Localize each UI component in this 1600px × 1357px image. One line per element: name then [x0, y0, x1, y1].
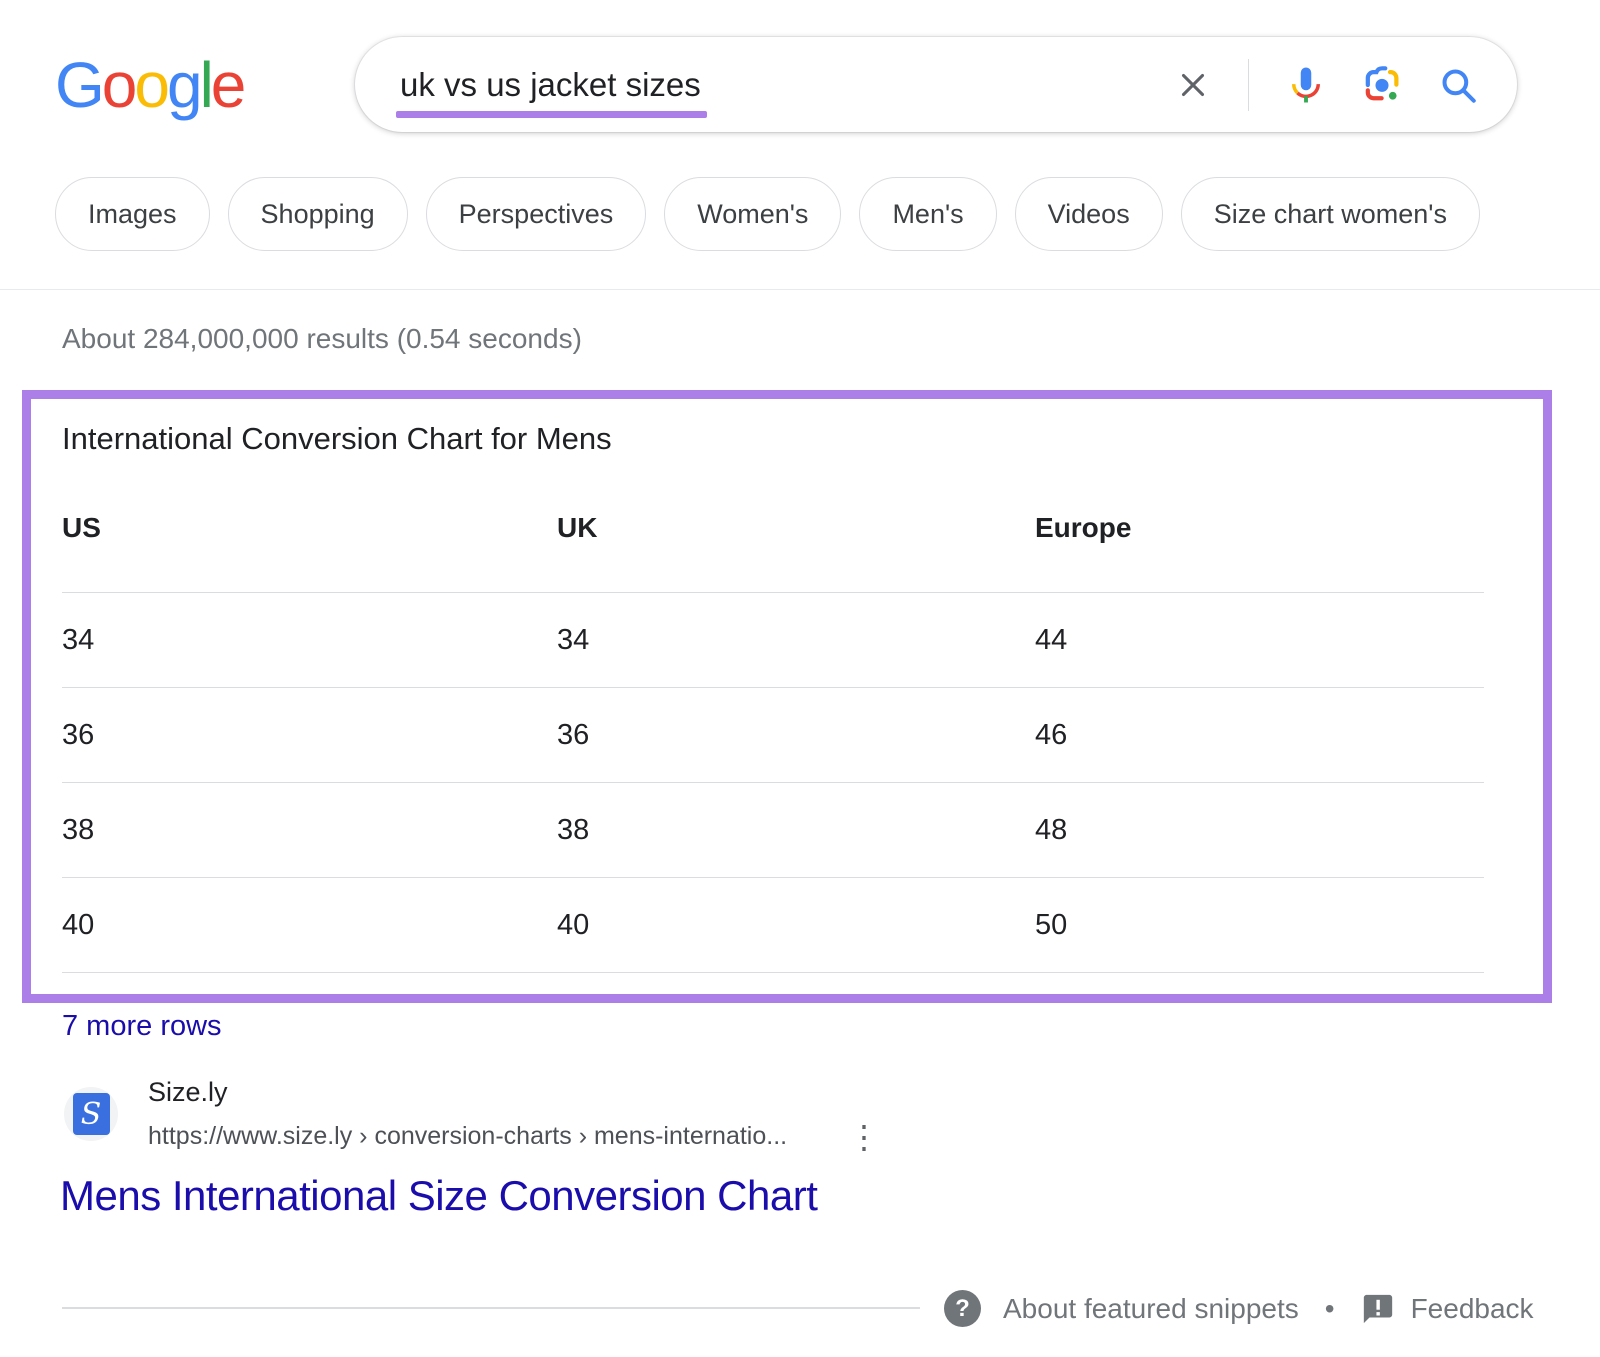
search-icon[interactable]: [1437, 64, 1479, 106]
more-rows-link[interactable]: 7 more rows: [62, 1010, 222, 1043]
table-cell: 36: [62, 719, 557, 752]
table-row: 34 34 44: [62, 593, 1513, 687]
table-cell: 38: [62, 814, 557, 847]
mic-icon[interactable]: [1285, 64, 1327, 106]
conversion-table: US UK Europe 34 34 44 36 36 46: [62, 512, 1513, 973]
table-cell: 44: [1035, 624, 1513, 657]
featured-snippet-highlight: International Conversion Chart for Mens …: [22, 390, 1552, 1003]
google-logo[interactable]: Google: [55, 48, 243, 122]
search-query-text: uk vs us jacket sizes: [400, 66, 701, 103]
search-bar-divider: [1248, 59, 1249, 111]
lens-icon[interactable]: [1359, 62, 1405, 108]
logo-letter: o: [102, 49, 135, 121]
chip-perspectives[interactable]: Perspectives: [426, 177, 647, 251]
header-divider: [0, 289, 1600, 290]
result-source-block[interactable]: Size.ly https://www.size.ly › conversion…: [148, 1077, 787, 1151]
filter-chips-row: Images Shopping Perspectives Women's Men…: [55, 177, 1480, 251]
table-row: 40 40 50: [62, 878, 1513, 972]
feedback-icon[interactable]: [1361, 1292, 1395, 1326]
featured-snippet-content: International Conversion Chart for Mens …: [31, 421, 1543, 973]
chip-mens[interactable]: Men's: [859, 177, 996, 251]
table-cell: 50: [1035, 909, 1513, 942]
snippet-footer: ? About featured snippets • Feedback: [944, 1290, 1534, 1327]
table-divider: [62, 972, 1484, 973]
logo-letter: e: [211, 49, 244, 121]
search-bar[interactable]: uk vs us jacket sizes: [355, 37, 1517, 132]
snippet-heading: International Conversion Chart for Mens: [62, 421, 1513, 457]
table-cell: 34: [62, 624, 557, 657]
logo-letter: o: [134, 49, 167, 121]
table-cell: 36: [557, 719, 1035, 752]
footer-separator: •: [1325, 1293, 1335, 1325]
chip-size-chart-womens[interactable]: Size chart women's: [1181, 177, 1480, 251]
feedback-link[interactable]: Feedback: [1411, 1293, 1534, 1325]
chip-videos[interactable]: Videos: [1015, 177, 1163, 251]
table-cell: 40: [557, 909, 1035, 942]
clear-icon[interactable]: [1174, 66, 1212, 104]
query-underline-annotation: [396, 111, 707, 118]
favicon-letter: S: [73, 1093, 110, 1135]
about-featured-snippets-link[interactable]: About featured snippets: [1003, 1293, 1299, 1325]
site-breadcrumb: https://www.size.ly › conversion-charts …: [148, 1122, 787, 1151]
logo-letter: l: [200, 49, 211, 121]
chip-images[interactable]: Images: [55, 177, 210, 251]
result-options-icon[interactable]: ⋮: [848, 1118, 880, 1156]
logo-letter: g: [167, 49, 200, 121]
table-header-us: US: [62, 512, 557, 544]
table-row: 36 36 46: [62, 688, 1513, 782]
result-title-link[interactable]: Mens International Size Conversion Chart: [60, 1172, 817, 1220]
site-name: Size.ly: [148, 1077, 787, 1108]
table-cell: 48: [1035, 814, 1513, 847]
chip-shopping[interactable]: Shopping: [228, 177, 408, 251]
help-icon[interactable]: ?: [944, 1290, 981, 1327]
table-header-europe: Europe: [1035, 512, 1513, 544]
table-header-uk: UK: [557, 512, 1035, 544]
table-cell: 38: [557, 814, 1035, 847]
table-cell: 34: [557, 624, 1035, 657]
table-header-row: US UK Europe: [62, 512, 1513, 592]
site-favicon[interactable]: S: [64, 1087, 118, 1141]
search-input[interactable]: uk vs us jacket sizes: [400, 66, 701, 104]
table-row: 38 38 48: [62, 783, 1513, 877]
table-cell: 46: [1035, 719, 1513, 752]
chip-womens[interactable]: Women's: [664, 177, 841, 251]
logo-letter: G: [55, 49, 102, 121]
search-bar-icons: [1174, 59, 1479, 111]
table-cell: 40: [62, 909, 557, 942]
result-stats: About 284,000,000 results (0.54 seconds): [62, 323, 582, 355]
footer-divider: [62, 1307, 920, 1309]
google-serp-page: Google uk vs us jacket sizes: [0, 0, 1600, 1357]
